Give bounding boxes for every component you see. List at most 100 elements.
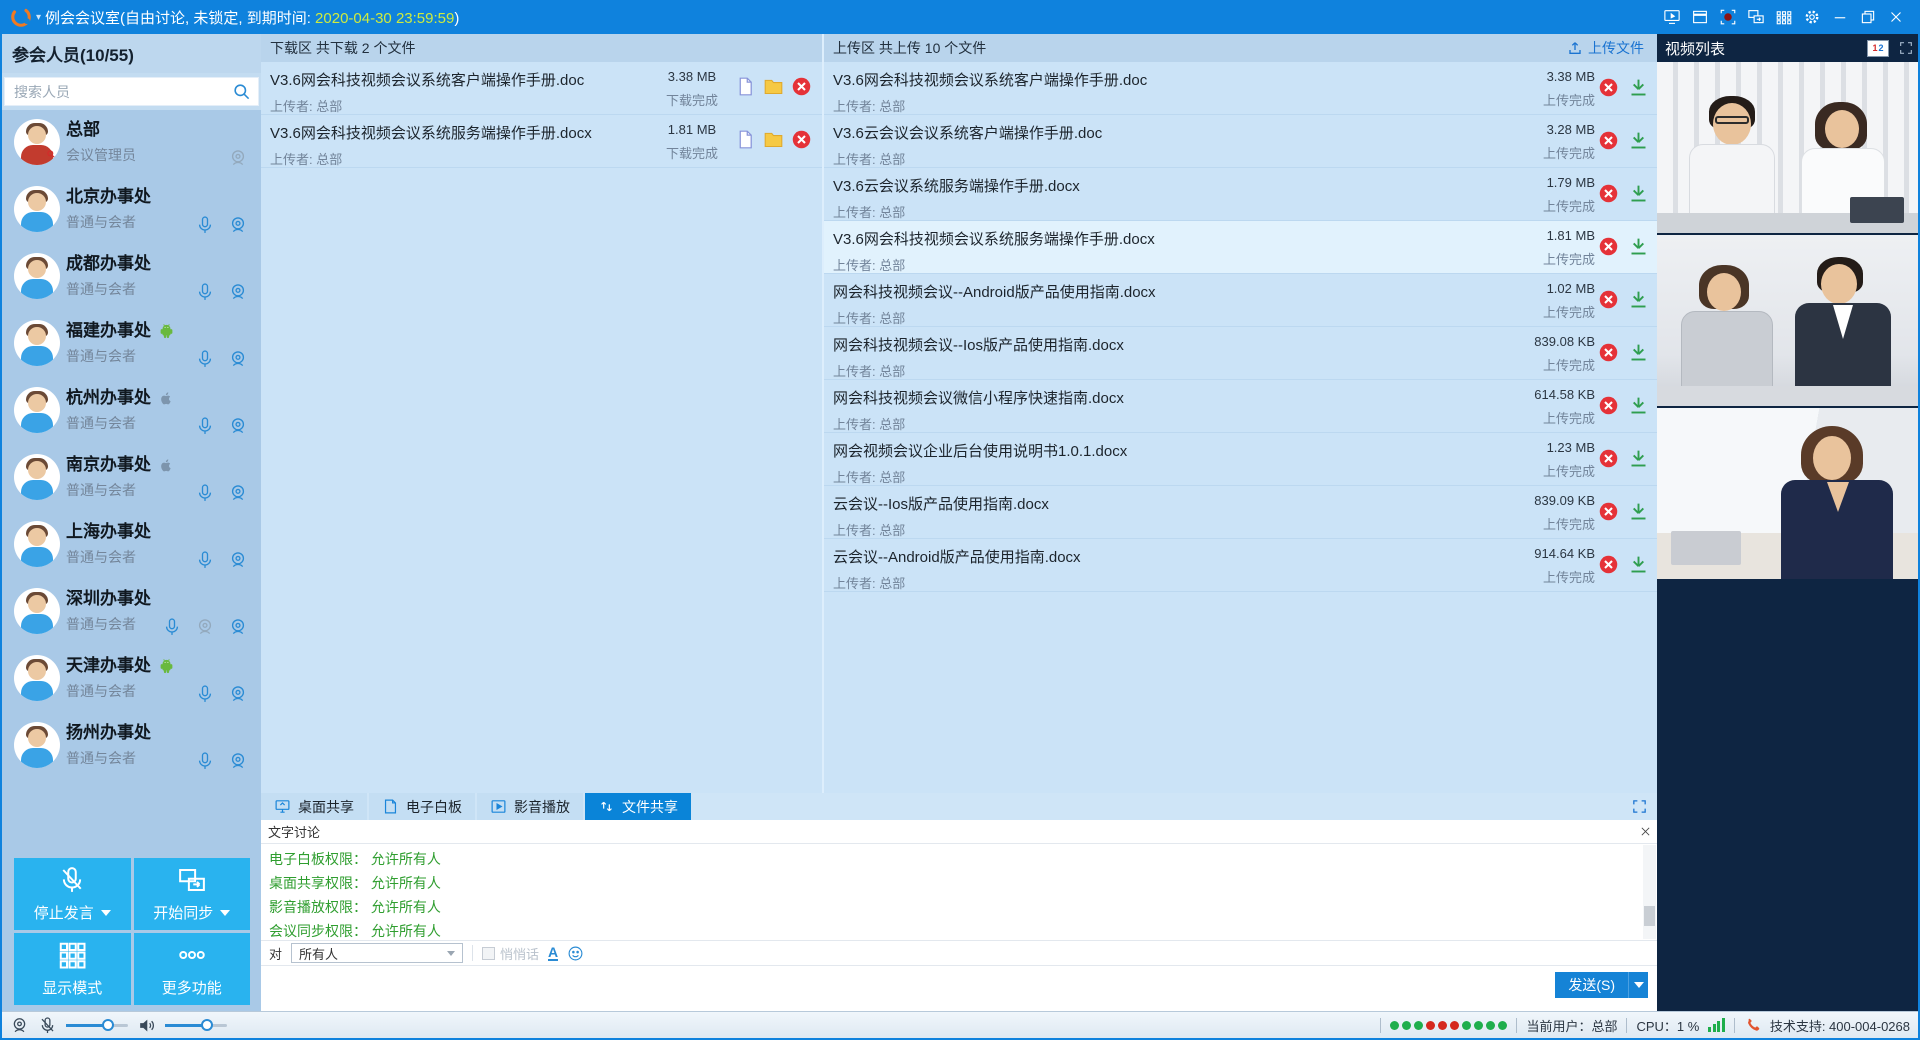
download-file-row[interactable]: V3.6网会科技视频会议系统服务端操作手册.docx 上传者: 总部 1.81 … [261, 115, 822, 168]
microphone-icon[interactable] [195, 684, 215, 704]
screen-share-icon[interactable] [1658, 4, 1686, 30]
participant-row[interactable]: 上海办事处 普通与会者 [2, 512, 261, 579]
close-icon[interactable] [1882, 4, 1910, 30]
microphone-icon[interactable] [195, 282, 215, 302]
mic-volume-slider[interactable] [66, 1024, 128, 1027]
participant-row[interactable]: 福建办事处 普通与会者 [2, 311, 261, 378]
message-input[interactable]: 发送(S) [261, 966, 1657, 1013]
speaker-icon[interactable] [137, 1016, 156, 1035]
mic-muted-icon[interactable] [38, 1016, 57, 1035]
video-thumbnail[interactable] [1657, 62, 1920, 233]
settings-gear-icon[interactable] [1798, 4, 1826, 30]
download-icon[interactable] [1628, 183, 1649, 204]
download-icon[interactable] [1628, 554, 1649, 575]
chevron-down-icon[interactable]: ▾ [36, 12, 41, 23]
webcam-icon[interactable] [228, 483, 248, 503]
upload-file-row[interactable]: V3.6云会议系统服务端操作手册.docx 上传者: 总部 1.79 MB上传完… [824, 168, 1657, 221]
window-preview-icon[interactable] [1686, 4, 1714, 30]
participant-row[interactable]: 深圳办事处 普通与会者 [2, 579, 261, 646]
folder-icon[interactable] [763, 76, 784, 97]
upload-file-row[interactable]: 网会视频会议企业后台使用说明书1.0.1.docx 上传者: 总部 1.23 M… [824, 433, 1657, 486]
expand-icon[interactable] [1631, 798, 1648, 815]
microphone-icon[interactable] [195, 416, 215, 436]
microphone-icon[interactable] [195, 550, 215, 570]
chevron-down-icon[interactable] [220, 910, 230, 916]
chevron-down-icon[interactable] [101, 910, 111, 916]
send-button[interactable]: 发送(S) [1555, 972, 1648, 998]
remove-icon[interactable] [1598, 289, 1619, 310]
download-icon[interactable] [1628, 342, 1649, 363]
download-icon[interactable] [1628, 236, 1649, 257]
display-mode-button[interactable]: 显示模式 [14, 933, 131, 1005]
microphone-icon[interactable] [195, 751, 215, 771]
speaker-volume-slider[interactable] [165, 1024, 227, 1027]
remove-icon[interactable] [1598, 183, 1619, 204]
remove-icon[interactable] [1598, 395, 1619, 416]
upload-file-row[interactable]: 云会议--Ios版产品使用指南.docx 上传者: 总部 839.09 KB上传… [824, 486, 1657, 539]
participant-row[interactable]: 南京办事处 普通与会者 [2, 445, 261, 512]
participant-row[interactable]: 杭州办事处 普通与会者 [2, 378, 261, 445]
video-thumbnail[interactable] [1657, 408, 1920, 579]
document-icon[interactable] [735, 129, 756, 150]
sync-screens-icon[interactable] [1742, 4, 1770, 30]
webcam-icon[interactable] [228, 751, 248, 771]
microphone-icon[interactable] [195, 483, 215, 503]
maximize-restore-icon[interactable] [1854, 4, 1882, 30]
document-icon[interactable] [735, 76, 756, 97]
webcam-disabled-icon[interactable] [195, 617, 215, 637]
participant-row[interactable]: 北京办事处 普通与会者 [2, 177, 261, 244]
tab-desktop-share[interactable]: 桌面共享 [261, 793, 367, 820]
remove-icon[interactable] [791, 129, 812, 150]
emoji-icon[interactable] [567, 945, 584, 962]
grid-apps-icon[interactable] [1770, 4, 1798, 30]
remove-icon[interactable] [1598, 77, 1619, 98]
microphone-icon[interactable] [195, 215, 215, 235]
webcam-disabled-icon[interactable] [228, 148, 248, 168]
webcam-icon[interactable] [228, 617, 248, 637]
record-icon[interactable] [1714, 4, 1742, 30]
more-functions-button[interactable]: 更多功能 [134, 933, 251, 1005]
tab-whiteboard[interactable]: 电子白板 [369, 793, 475, 820]
webcam-icon[interactable] [228, 215, 248, 235]
remove-icon[interactable] [1598, 554, 1619, 575]
minimize-icon[interactable] [1826, 4, 1854, 30]
close-icon[interactable] [1633, 822, 1657, 842]
upload-file-row[interactable]: 网会科技视频会议--Ios版产品使用指南.docx 上传者: 总部 839.08… [824, 327, 1657, 380]
participant-row[interactable]: 天津办事处 普通与会者 [2, 646, 261, 713]
participant-row[interactable]: 扬州办事处 普通与会者 [2, 713, 261, 780]
search-input[interactable] [4, 77, 259, 106]
search-icon[interactable] [232, 82, 251, 101]
video-thumbnail[interactable] [1657, 235, 1920, 406]
font-color-icon[interactable]: A [548, 946, 558, 961]
recipient-select[interactable]: 所有人 [291, 943, 463, 963]
remove-icon[interactable] [791, 76, 812, 97]
send-options-caret[interactable] [1628, 972, 1648, 998]
webcam-status-icon[interactable] [10, 1016, 29, 1035]
stop-speaking-button[interactable]: 停止发言 [14, 858, 131, 930]
webcam-icon[interactable] [228, 282, 248, 302]
fullscreen-expand-icon[interactable] [1898, 40, 1914, 56]
tab-file-share[interactable]: 文件共享 [585, 793, 691, 820]
download-icon[interactable] [1628, 130, 1649, 151]
scrollbar[interactable] [1643, 845, 1656, 939]
upload-file-row[interactable]: V3.6云会议会议系统客户端操作手册.doc 上传者: 总部 3.28 MB上传… [824, 115, 1657, 168]
remove-icon[interactable] [1598, 236, 1619, 257]
download-icon[interactable] [1628, 448, 1649, 469]
upload-file-row[interactable]: 云会议--Android版产品使用指南.docx 上传者: 总部 914.64 … [824, 539, 1657, 592]
webcam-icon[interactable] [228, 550, 248, 570]
webcam-icon[interactable] [228, 349, 248, 369]
start-sync-button[interactable]: 开始同步 [134, 858, 251, 930]
remove-icon[interactable] [1598, 342, 1619, 363]
remove-icon[interactable] [1598, 501, 1619, 522]
download-icon[interactable] [1628, 395, 1649, 416]
participant-row[interactable]: 成都办事处 普通与会者 [2, 244, 261, 311]
microphone-icon[interactable] [162, 617, 182, 637]
download-icon[interactable] [1628, 77, 1649, 98]
microphone-icon[interactable] [195, 349, 215, 369]
folder-icon[interactable] [763, 129, 784, 150]
screen-layout-icon[interactable]: 12 [1867, 40, 1889, 57]
webcam-icon[interactable] [228, 416, 248, 436]
webcam-icon[interactable] [228, 684, 248, 704]
upload-file-row[interactable]: V3.6网会科技视频会议系统客户端操作手册.doc 上传者: 总部 3.38 M… [824, 62, 1657, 115]
tab-media-play[interactable]: 影音播放 [477, 793, 583, 820]
